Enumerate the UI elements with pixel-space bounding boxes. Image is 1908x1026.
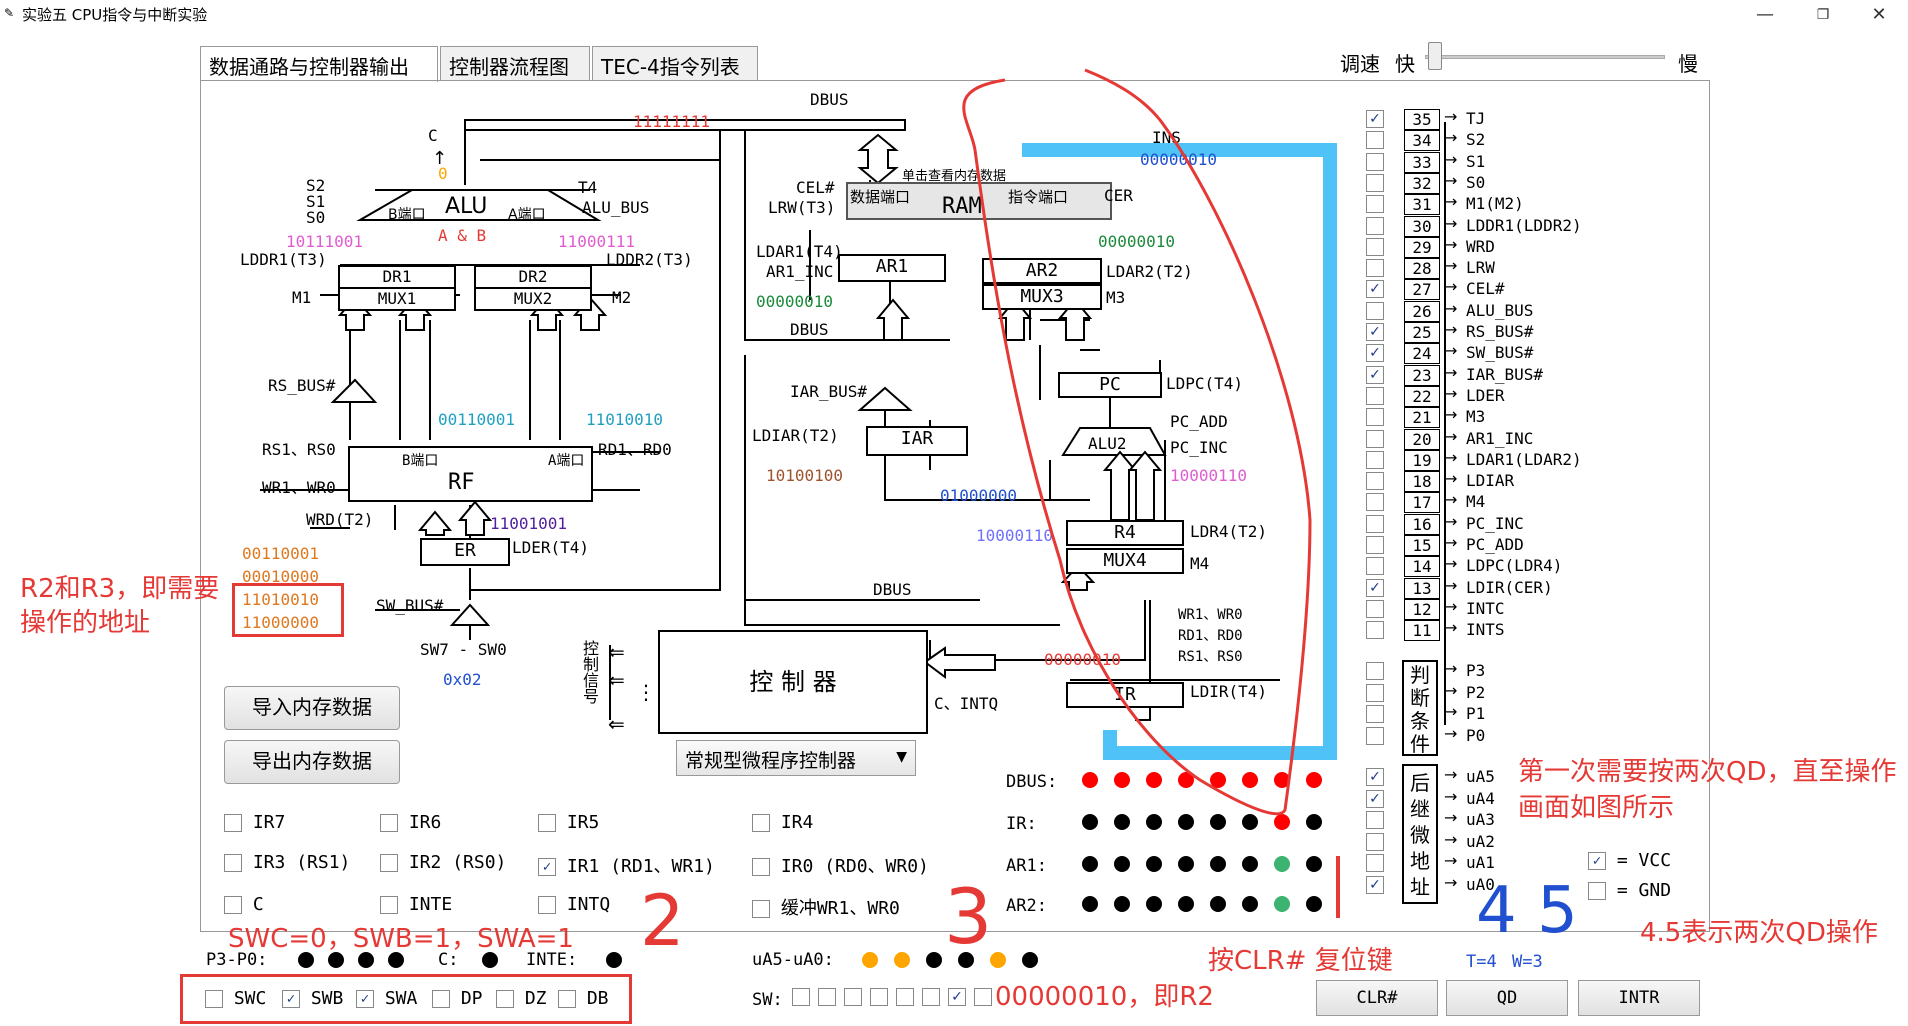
annotation-r2r3: R2和R3，即需要操作的地址 [20,574,220,638]
annotation-step-45: 4 5 [1476,874,1578,948]
annotation-r2: 00000010，即R2 [995,982,1214,1012]
annotation-step-2: 2 [640,880,685,962]
annotation-step-3: 3 [944,872,993,961]
annotation-qd-two: 4.5表示两次QD操作 [1640,918,1878,948]
annotation-qd-first: 第一次需要按两次QD，直至操作画面如图所示 [1518,757,1897,823]
annotation-clr: 按CLR# 复位键 [1208,946,1393,976]
annotation-sw: SWC=0，SWB=1，SWA=1 [228,924,574,954]
